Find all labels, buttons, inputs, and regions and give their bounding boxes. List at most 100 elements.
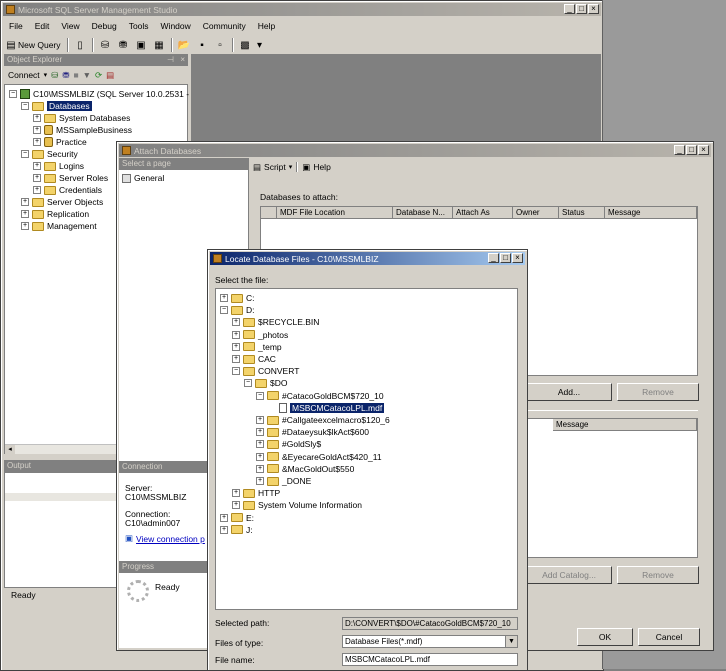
activity-monitor-icon[interactable]: ▩	[238, 38, 253, 53]
col-database-name[interactable]: Database N...	[393, 207, 453, 219]
add-catalog-button[interactable]: Add Catalog...	[526, 566, 612, 584]
disconnect-icon[interactable]: ⛃	[62, 70, 69, 81]
locate-maximize-button[interactable]: □	[500, 253, 511, 263]
expand-icon[interactable]: +	[232, 489, 240, 498]
menu-file[interactable]: File	[3, 21, 29, 31]
tree-node[interactable]: + C:	[220, 292, 255, 304]
file-name-input[interactable]: MSBCMCatacoLPL.mdf	[342, 653, 518, 666]
open-file-icon[interactable]: 📂	[177, 38, 192, 53]
tree-node[interactable]: + &EyecareGoldAct$420_11	[256, 451, 382, 463]
selected-path-field[interactable]: D:\CONVERT\$DO\#CatacoGoldBCM$720_10	[342, 617, 518, 630]
tree-node[interactable]: − D:	[220, 304, 255, 316]
tree-node[interactable]: + Management	[21, 220, 97, 232]
col-owner[interactable]: Owner	[513, 207, 559, 219]
script-dropdown-icon[interactable]: ▾	[289, 163, 293, 171]
page-general[interactable]: General	[122, 172, 164, 184]
expand-icon[interactable]: +	[256, 440, 264, 449]
new-query-button[interactable]: New Query	[18, 40, 61, 50]
tree-node[interactable]: + $RECYCLE.BIN	[232, 316, 319, 328]
locate-close-button[interactable]: ×	[512, 253, 523, 263]
expand-icon[interactable]: +	[220, 525, 228, 534]
tree-node[interactable]: + _photos	[232, 329, 288, 341]
minimize-button[interactable]: _	[564, 4, 575, 14]
tree-node[interactable]: + _temp	[232, 341, 282, 353]
collapse-icon[interactable]: −	[9, 90, 17, 98]
tree-node[interactable]: MSBCMCatacoLPL.mdf	[268, 402, 385, 414]
pin-icon[interactable]: ⊣	[167, 54, 174, 66]
collapse-icon[interactable]: −	[244, 379, 252, 388]
menu-edit[interactable]: Edit	[29, 21, 56, 31]
tree-node[interactable]: + #Callgateexcelmacro$120_6	[256, 414, 390, 426]
tree-node[interactable]: + J:	[220, 524, 253, 536]
tree-node[interactable]: − CONVERT	[232, 365, 299, 377]
file-type-dropdown-icon[interactable]: ▼	[505, 636, 517, 647]
analysis-query-icon[interactable]: ⛃	[116, 38, 131, 53]
menu-community[interactable]: Community	[197, 21, 252, 31]
tree-node[interactable]: + CAC	[232, 353, 276, 365]
database-engine-query-icon[interactable]: ⛁	[98, 38, 113, 53]
expand-icon[interactable]: +	[33, 114, 41, 122]
collapse-icon[interactable]: −	[21, 150, 29, 158]
tree-node[interactable]: − Security	[21, 148, 78, 160]
summary-icon[interactable]: ▤	[106, 70, 114, 81]
expand-icon[interactable]: +	[33, 174, 41, 182]
expand-icon[interactable]: +	[33, 186, 41, 194]
tree-node[interactable]: + Credentials	[33, 184, 102, 196]
tree-node[interactable]: − Databases	[21, 100, 92, 112]
col-status[interactable]: Status	[559, 207, 605, 219]
tree-node[interactable]: + _DONE	[256, 475, 311, 487]
save-all-icon[interactable]: ▫	[213, 38, 228, 53]
refresh-icon[interactable]: ⟳	[95, 70, 102, 81]
col-mdf-file-location[interactable]: MDF File Location	[277, 207, 393, 219]
tree-node[interactable]: + System Volume Information	[232, 499, 362, 511]
maximize-button[interactable]: □	[576, 4, 587, 14]
tree-node[interactable]: − $DO	[244, 377, 287, 389]
expand-icon[interactable]: +	[256, 477, 264, 485]
expand-icon[interactable]: +	[33, 126, 41, 134]
script-button[interactable]: Script	[264, 162, 286, 172]
menu-help[interactable]: Help	[252, 21, 281, 31]
expand-icon[interactable]: +	[33, 162, 41, 170]
file-type-select[interactable]: Database Files(*.mdf) ▼	[342, 635, 518, 648]
tree-node[interactable]: + HTTP	[232, 487, 280, 499]
collapse-icon[interactable]: −	[232, 367, 240, 376]
add-button[interactable]: Add...	[526, 383, 612, 401]
remove-catalog-button[interactable]: Remove	[617, 566, 699, 584]
tree-node[interactable]: − C10\MSSMLBIZ (SQL Server 10.0.2531 -	[9, 88, 189, 100]
file-tree[interactable]: + C: − D: + $RECYCLE.BIN + _photos + _temp + CAC − CO…	[215, 288, 518, 610]
locate-minimize-button[interactable]: _	[488, 253, 499, 263]
mdx-query-icon[interactable]: ▣	[134, 38, 149, 53]
scroll-left-icon[interactable]: ◂	[5, 445, 15, 455]
tree-node[interactable]: + MSSampleBusiness	[33, 124, 132, 136]
expand-icon[interactable]: +	[220, 513, 228, 522]
expand-icon[interactable]: +	[256, 416, 264, 424]
new-file-icon[interactable]: ▯	[73, 38, 88, 53]
toolbar-options-icon[interactable]: ▾	[256, 38, 264, 53]
cancel-button[interactable]: Cancel	[638, 628, 700, 646]
expand-icon[interactable]: +	[232, 342, 240, 351]
tree-node[interactable]: + Server Objects	[21, 196, 103, 208]
tree-node[interactable]: + E:	[220, 512, 254, 524]
expand-icon[interactable]: +	[232, 330, 240, 339]
tree-node[interactable]: + System Databases	[33, 112, 130, 124]
expand-icon[interactable]: +	[232, 501, 240, 510]
tree-node[interactable]: + Replication	[21, 208, 89, 220]
collapse-icon[interactable]: −	[21, 102, 29, 110]
details-col-message[interactable]: Message	[553, 419, 697, 431]
stop-icon[interactable]: ■	[73, 70, 78, 80]
connect-object-icon[interactable]: ⛁	[51, 70, 58, 81]
view-connection-link[interactable]: View connection p	[136, 534, 205, 544]
connect-button[interactable]: Connect	[8, 70, 40, 80]
view-connection-link-row[interactable]: ▣ View connection p	[125, 533, 205, 544]
expand-icon[interactable]: +	[232, 318, 240, 327]
expand-icon[interactable]: +	[256, 452, 264, 461]
tree-node[interactable]: + &MacGoldOut$550	[256, 463, 354, 475]
expand-icon[interactable]: +	[21, 222, 29, 230]
menu-tools[interactable]: Tools	[123, 21, 155, 31]
expand-icon[interactable]: +	[256, 428, 264, 437]
collapse-icon[interactable]: −	[256, 391, 264, 400]
expand-icon[interactable]: +	[21, 198, 29, 206]
menu-window[interactable]: Window	[155, 21, 197, 31]
menu-debug[interactable]: Debug	[86, 21, 123, 31]
save-icon[interactable]: ▪	[195, 38, 210, 53]
